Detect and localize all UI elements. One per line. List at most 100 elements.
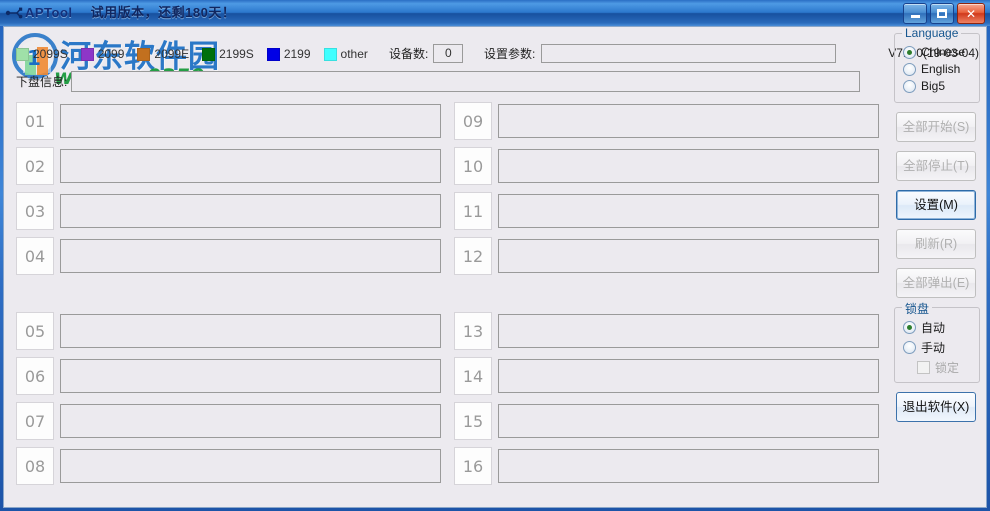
device-status-04[interactable]: [60, 239, 441, 273]
language-group-caption: Language: [902, 27, 962, 40]
radio-dot-icon: [903, 321, 916, 334]
device-count-value: 0: [433, 44, 464, 63]
minimize-button[interactable]: [903, 3, 927, 24]
device-status-02[interactable]: [60, 149, 441, 183]
checkbox-label-lock: 锁定: [935, 361, 960, 375]
app-window: APTool 试用版本，还剩180天！ ✕ 1 2099S 2099 2099E…: [0, 0, 990, 511]
settings-button[interactable]: 设置(M): [896, 190, 976, 220]
device-number-04: 04: [16, 237, 54, 275]
device-status-13[interactable]: [498, 314, 879, 348]
disk-info-input[interactable]: [71, 71, 861, 92]
usb-device-icon: [5, 4, 23, 22]
device-status-07[interactable]: [60, 404, 441, 438]
checkbox-box-icon: [917, 361, 930, 374]
device-status-15[interactable]: [498, 404, 879, 438]
device-number-09: 09: [454, 102, 492, 140]
legend-swatch-other: [323, 47, 337, 61]
radio-lock-manual[interactable]: 手动: [903, 339, 973, 356]
side-panel: Language Chinese English Big5 全部开始(S) 全部…: [894, 27, 980, 431]
device-status-03[interactable]: [60, 194, 441, 228]
device-row-13[interactable]: 13: [454, 312, 879, 350]
radio-label-english: English: [921, 62, 961, 76]
radio-language-english[interactable]: English: [903, 62, 973, 76]
device-status-05[interactable]: [60, 314, 441, 348]
device-number-08: 08: [16, 447, 54, 485]
device-row-09[interactable]: 09: [454, 102, 879, 140]
device-number-15: 15: [454, 402, 492, 440]
legend-label-2099: 2099: [97, 47, 125, 61]
legend-label-2199: 2199: [283, 47, 311, 61]
device-row-03[interactable]: 03: [16, 192, 441, 230]
device-row-14[interactable]: 14: [454, 357, 879, 395]
device-row-04[interactable]: 04: [16, 237, 441, 275]
radio-dot-icon: [903, 45, 916, 59]
exit-button[interactable]: 退出软件(X): [896, 392, 976, 422]
legend-item-other: other: [323, 47, 368, 61]
param-label: 设置参数:: [484, 47, 536, 61]
legend-label-2099s: 2099S: [33, 47, 68, 61]
device-status-16[interactable]: [498, 449, 879, 483]
device-row-11[interactable]: 11: [454, 192, 879, 230]
legend-item-2199: 2199: [266, 47, 311, 61]
eject-all-button[interactable]: 全部弹出(E): [896, 268, 976, 298]
device-count-label: 设备数:: [389, 47, 429, 61]
device-row-15[interactable]: 15: [454, 402, 879, 440]
legend-item-2099e: 2099E: [137, 47, 189, 61]
device-row-06[interactable]: 06: [16, 357, 441, 395]
client-area: 1 河东软件园 www.pc0359.cn 2099S 2099 2099E 2…: [3, 26, 987, 508]
maximize-button[interactable]: [930, 3, 954, 24]
device-number-03: 03: [16, 192, 54, 230]
device-number-13: 13: [454, 312, 492, 350]
radio-label-big5: Big5: [921, 79, 946, 93]
device-number-02: 02: [16, 147, 54, 185]
device-status-09[interactable]: [498, 104, 879, 138]
device-row-01[interactable]: 01: [16, 102, 441, 140]
stop-all-button[interactable]: 全部停止(T): [896, 151, 976, 181]
device-status-12[interactable]: [498, 239, 879, 273]
legend-swatch-2099: [80, 47, 94, 61]
window-title: APTool 试用版本，还剩180天！: [25, 3, 235, 23]
checkbox-lock[interactable]: 锁定: [917, 359, 973, 376]
device-status-10[interactable]: [498, 149, 879, 183]
device-number-10: 10: [454, 147, 492, 185]
close-button[interactable]: ✕: [957, 3, 985, 24]
device-row-08[interactable]: 08: [16, 447, 441, 485]
radio-label-manual: 手动: [921, 341, 946, 355]
device-status-01[interactable]: [60, 104, 441, 138]
device-row-10[interactable]: 10: [454, 147, 879, 185]
legend-item-2099s: 2099S: [16, 47, 68, 61]
legend-item-2199s: 2199S: [202, 47, 254, 61]
param-group: 设置参数:: [484, 44, 837, 63]
device-row-07[interactable]: 07: [16, 402, 441, 440]
device-status-08[interactable]: [60, 449, 441, 483]
app-title-text: APTool: [25, 5, 73, 20]
device-count-group: 设备数: 0: [389, 44, 464, 63]
param-input[interactable]: [541, 44, 837, 63]
legend-label-other: other: [340, 47, 368, 61]
lock-disk-group: 锁盘 自动 手动 锁定: [894, 300, 980, 383]
device-row-12[interactable]: 12: [454, 237, 879, 275]
refresh-button[interactable]: 刷新(R): [896, 229, 976, 259]
device-number-06: 06: [16, 357, 54, 395]
device-number-11: 11: [454, 192, 492, 230]
start-all-button[interactable]: 全部开始(S): [896, 112, 976, 142]
device-type-legend: 2099S 2099 2099E 2199S 2199 other: [16, 46, 381, 62]
window-controls: ✕: [903, 3, 985, 24]
device-number-07: 07: [16, 402, 54, 440]
legend-swatch-2199s: [202, 47, 216, 61]
disk-info-label: 下盘信息:: [16, 75, 68, 89]
trial-notice-text: 试用版本，还剩180天！: [90, 5, 236, 20]
device-row-16[interactable]: 16: [454, 447, 879, 485]
device-status-06[interactable]: [60, 359, 441, 393]
radio-language-chinese[interactable]: Chinese: [903, 45, 973, 59]
title-bar[interactable]: APTool 试用版本，还剩180天！ ✕: [0, 0, 990, 26]
device-row-05[interactable]: 05: [16, 312, 441, 350]
radio-dot-icon: [903, 62, 916, 76]
device-status-11[interactable]: [498, 194, 879, 228]
device-number-01: 01: [16, 102, 54, 140]
device-status-14[interactable]: [498, 359, 879, 393]
radio-language-big5[interactable]: Big5: [903, 79, 973, 93]
radio-lock-auto[interactable]: 自动: [903, 319, 973, 336]
device-row-02[interactable]: 02: [16, 147, 441, 185]
legend-swatch-2099s: [16, 47, 29, 61]
